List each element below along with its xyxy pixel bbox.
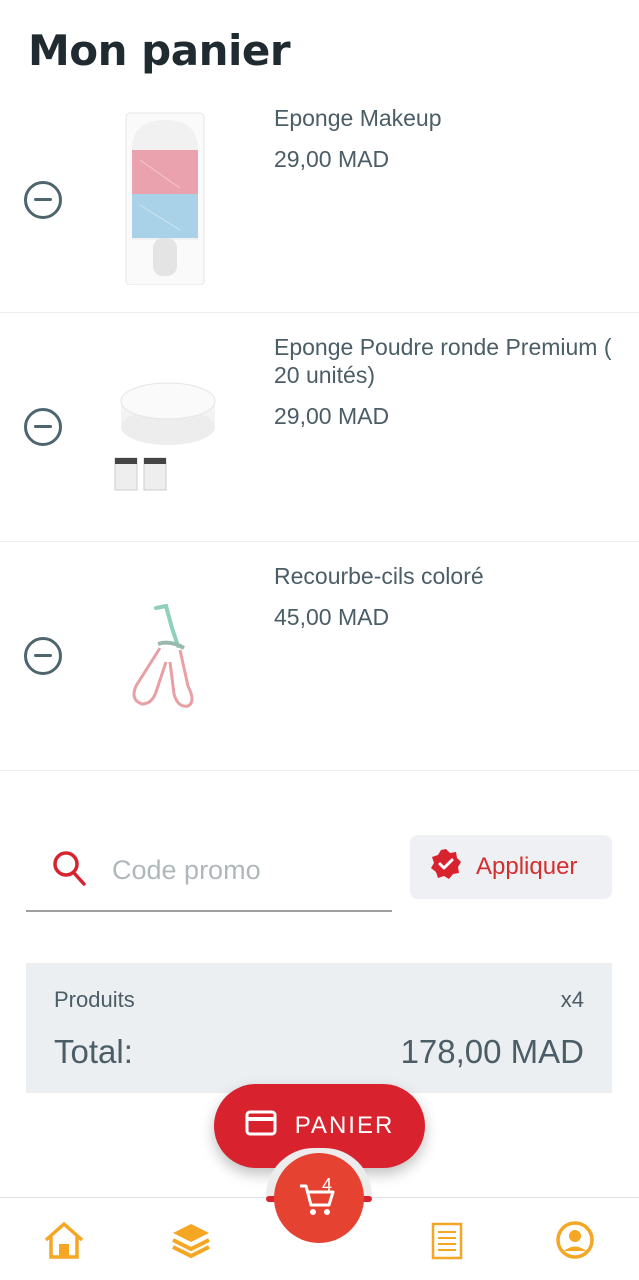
item-name[interactable]: Eponge Makeup: [274, 104, 614, 132]
products-count: x4: [560, 987, 584, 1012]
item-price: 29,00 MAD: [274, 403, 390, 429]
orders-icon[interactable]: [425, 1218, 469, 1262]
cart-item: Eponge Poudre ronde Premium ( 20 unités)…: [0, 313, 639, 542]
page-title: Mon panier: [28, 26, 291, 75]
account-icon[interactable]: [553, 1218, 597, 1262]
checkout-label: PANIER: [294, 1112, 395, 1139]
cart-item: Recourbe-cils coloré 45,00 MAD: [0, 542, 639, 771]
item-price: 29,00 MAD: [274, 146, 390, 172]
remove-item-button[interactable]: [24, 181, 62, 219]
remove-item-button[interactable]: [24, 408, 62, 446]
total-value: 178,00 MAD: [400, 1033, 584, 1070]
remove-item-button[interactable]: [24, 637, 62, 675]
cart-nav-button[interactable]: [274, 1153, 364, 1243]
product-image[interactable]: [100, 600, 240, 715]
cart-count-badge: 4: [322, 1175, 333, 1195]
item-name[interactable]: Recourbe-cils coloré: [274, 562, 614, 590]
item-name[interactable]: Eponge Poudre ronde Premium ( 20 unités): [274, 333, 614, 389]
home-icon[interactable]: [42, 1218, 86, 1262]
apply-promo-button[interactable]: Appliquer: [410, 835, 612, 899]
apply-label: Appliquer: [476, 853, 578, 880]
promo-field: [26, 836, 392, 912]
order-summary: Produits x4 Total: 178,00 MAD: [26, 963, 612, 1093]
products-label: Produits: [54, 987, 135, 1012]
promo-code-input[interactable]: [112, 850, 382, 890]
total-label: Total:: [54, 1033, 133, 1070]
verified-badge-icon: [430, 848, 462, 887]
search-icon: [52, 850, 86, 891]
item-price: 45,00 MAD: [274, 604, 390, 630]
cart-item: Eponge Makeup 29,00 MAD: [0, 90, 639, 313]
layers-icon[interactable]: [169, 1218, 213, 1262]
product-image[interactable]: [100, 353, 240, 498]
product-image[interactable]: [100, 110, 240, 286]
credit-card-icon: [245, 1110, 277, 1143]
